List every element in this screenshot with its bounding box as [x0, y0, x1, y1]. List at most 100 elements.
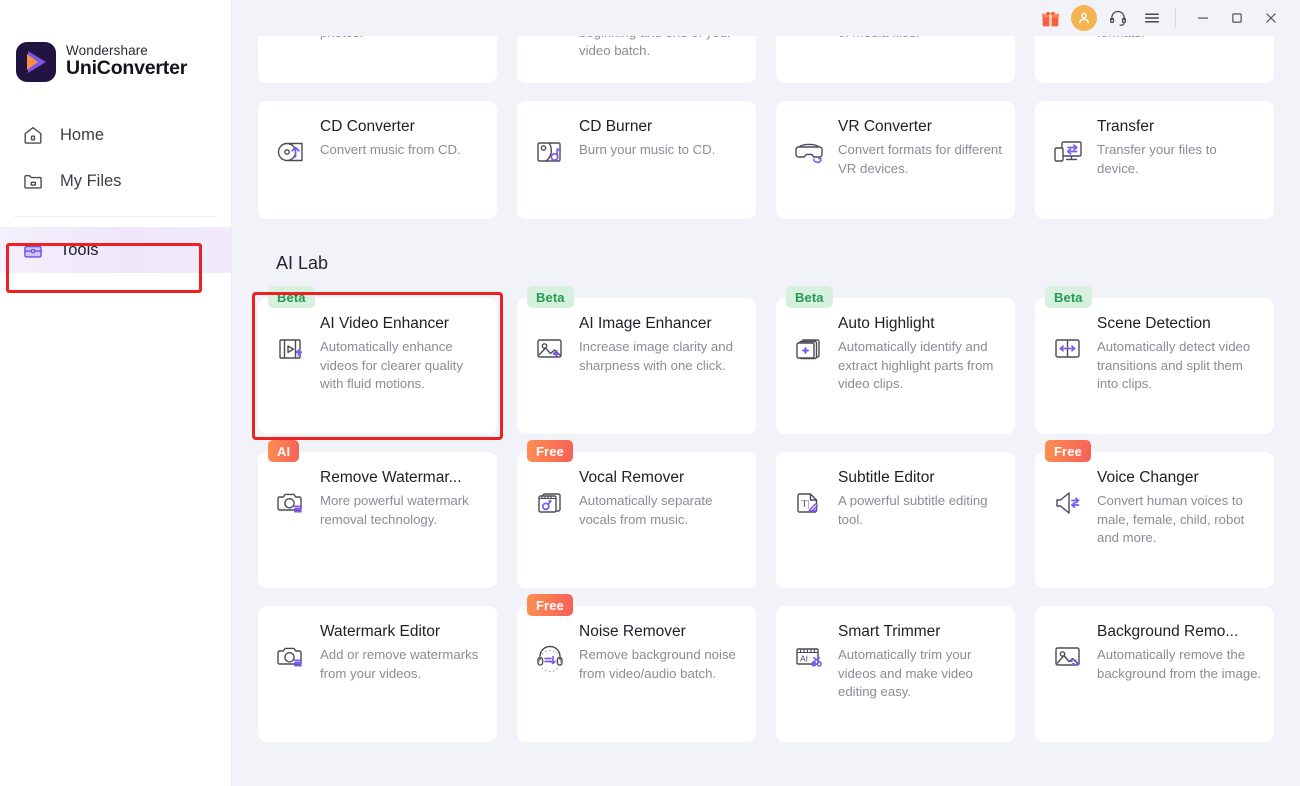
- scene-detection-icon: [1047, 328, 1089, 370]
- badge-free: Free: [527, 594, 573, 616]
- titlebar-divider: [1175, 8, 1176, 28]
- tool-card-cd-converter[interactable]: CD Converter Convert music from CD.: [258, 101, 497, 219]
- badge-free: Free: [527, 440, 573, 462]
- brand-logo-mark: [16, 42, 56, 82]
- tool-card-noise-remover[interactable]: Free Noise Remover Remove background noi…: [517, 594, 756, 742]
- remove-watermark-icon: [270, 482, 312, 524]
- tool-title: Voice Changer: [1097, 469, 1199, 486]
- sidebar-divider: [14, 216, 217, 217]
- tool-title: VR Converter: [838, 118, 932, 135]
- gift-icon[interactable]: [1033, 1, 1067, 35]
- tool-title: Vocal Remover: [579, 469, 685, 486]
- tool-card-voice-changer[interactable]: Free Voice Changer Convert human voices …: [1035, 440, 1274, 588]
- tool-desc: Convert human voices to male, female, ch…: [1097, 493, 1245, 545]
- badge-ai: AI: [268, 440, 300, 462]
- brand-name-top: Wondershare: [66, 42, 148, 58]
- avatar: [1071, 5, 1097, 31]
- vr-icon: [788, 131, 830, 173]
- tool-title: Noise Remover: [579, 623, 686, 640]
- badge-free: Free: [1045, 440, 1091, 462]
- tool-title: CD Converter: [320, 118, 415, 135]
- sidebar-item-label-tools: Tools: [60, 240, 99, 259]
- auto-highlight-icon: [788, 328, 830, 370]
- tool-title: Auto Highlight: [838, 315, 935, 332]
- account-avatar[interactable]: [1067, 1, 1101, 35]
- tool-desc: Remove background noise from video/audio…: [579, 647, 736, 681]
- tool-desc: Automatically identify and extract highl…: [838, 339, 994, 391]
- background-remover-icon: [1047, 636, 1089, 678]
- tool-card-scene-detection[interactable]: Beta Scene Detection Automatically detec…: [1035, 286, 1274, 434]
- tool-desc: Transfer your files to device.: [1097, 142, 1217, 176]
- svg-text:T|: T|: [802, 500, 810, 510]
- sidebar-item-my-files[interactable]: My Files: [0, 158, 231, 204]
- noise-remover-icon: [529, 636, 571, 678]
- tool-desc: Increase image clarity and sharpness wit…: [579, 339, 733, 373]
- tools-grid-ai-lab: Beta AI Video Enhancer Automatically enh…: [252, 286, 1274, 742]
- tool-desc: Automatically remove the background from…: [1097, 647, 1262, 681]
- tool-desc: Convert music from CD.: [320, 142, 461, 157]
- smart-trimmer-icon: AI: [788, 636, 830, 678]
- tool-title: Smart Trimmer: [838, 623, 941, 640]
- tool-desc: Burn your music to CD.: [579, 142, 716, 157]
- tool-desc: Convert formats for different VR devices…: [838, 142, 1002, 176]
- ai-image-enhancer-icon: [529, 328, 571, 370]
- main-content: GIF GIF Maker Make Gif with video or pho…: [232, 0, 1300, 786]
- cd-burner-icon: [529, 131, 571, 173]
- tool-title: Scene Detection: [1097, 315, 1211, 332]
- tool-title: CD Burner: [579, 118, 653, 135]
- section-title-ai-lab: AI Lab: [276, 253, 329, 273]
- sidebar-item-label-home: Home: [60, 125, 105, 144]
- tool-title: AI Video Enhancer: [320, 315, 449, 332]
- sidebar-item-home[interactable]: Home: [0, 112, 231, 158]
- transfer-icon: [1047, 131, 1089, 173]
- tools-scroll-area[interactable]: GIF GIF Maker Make Gif with video or pho…: [232, 0, 1300, 786]
- tool-card-transfer[interactable]: Transfer Transfer your files to device.: [1035, 101, 1274, 219]
- tool-card-smart-trimmer[interactable]: AI Smart Trimmer Automatically trim your…: [776, 606, 1015, 742]
- sidebar: Wondershare UniConverter Home My Files T…: [0, 0, 232, 786]
- tool-title: Remove Watermar...: [320, 469, 462, 486]
- tool-card-cd-burner[interactable]: CD Burner Burn your music to CD.: [517, 101, 756, 219]
- subtitle-editor-icon: T|: [788, 482, 830, 524]
- tool-desc: More powerful watermark removal technolo…: [320, 493, 469, 527]
- home-icon: [22, 124, 44, 146]
- tool-desc: Add or remove watermarks from your video…: [320, 647, 479, 681]
- toolbox-icon: [22, 239, 44, 261]
- tool-card-ai-video-enhancer[interactable]: Beta AI Video Enhancer Automatically enh…: [258, 286, 497, 434]
- tool-desc: A powerful subtitle editing tool.: [838, 493, 988, 527]
- tool-title: Watermark Editor: [320, 623, 441, 640]
- menu-hamburger-icon[interactable]: [1135, 1, 1169, 35]
- app-window: Wondershare UniConverter Home My Files T…: [0, 0, 1300, 786]
- sidebar-item-tools[interactable]: Tools: [0, 227, 231, 273]
- badge-beta: Beta: [527, 286, 574, 308]
- tool-desc: Automatically trim your videos and make …: [838, 647, 973, 699]
- close-button[interactable]: [1254, 1, 1288, 35]
- tool-card-vocal-remover[interactable]: Free Vocal Remover Automatically separat…: [517, 440, 756, 588]
- tool-card-ai-image-enhancer[interactable]: Beta AI Image Enhancer Increase image cl…: [517, 286, 756, 434]
- ai-video-enhancer-icon: [270, 328, 312, 370]
- app-logo: Wondershare UniConverter: [0, 0, 231, 82]
- tool-title: Background Remo...: [1097, 623, 1239, 640]
- badge-beta: Beta: [268, 286, 315, 308]
- tool-card-watermark-editor[interactable]: Watermark Editor Add or remove watermark…: [258, 606, 497, 742]
- badge-beta: Beta: [1045, 286, 1092, 308]
- tool-desc: Automatically detect video transitions a…: [1097, 339, 1251, 391]
- brand-name-bottom: UniConverter: [66, 57, 188, 79]
- tool-desc: Automatically separate vocals from music…: [579, 493, 713, 527]
- tool-title: Transfer: [1097, 118, 1155, 135]
- support-headset-icon[interactable]: [1101, 1, 1135, 35]
- tool-desc: Automatically enhance videos for clearer…: [320, 339, 463, 391]
- tool-title: Subtitle Editor: [838, 469, 935, 486]
- vocal-remover-icon: [529, 482, 571, 524]
- sidebar-nav: Home My Files Tools: [0, 112, 231, 273]
- maximize-button[interactable]: [1220, 1, 1254, 35]
- minimize-button[interactable]: [1186, 1, 1220, 35]
- tool-card-remove-watermark[interactable]: AI Remove Watermar... More powerful wate…: [258, 440, 497, 588]
- tool-card-vr-converter[interactable]: VR Converter Convert formats for differe…: [776, 101, 1015, 219]
- tool-card-subtitle-editor[interactable]: T| Subtitle Editor A powerful subtitle e…: [776, 452, 1015, 588]
- tool-title: AI Image Enhancer: [579, 315, 712, 332]
- window-titlebar: [232, 0, 1300, 36]
- tool-card-auto-highlight[interactable]: Beta Auto Highlight Automatically identi…: [776, 286, 1015, 434]
- tool-card-background-remover[interactable]: Background Remo... Automatically remove …: [1035, 606, 1274, 742]
- folder-icon: [22, 170, 44, 192]
- voice-changer-icon: [1047, 482, 1089, 524]
